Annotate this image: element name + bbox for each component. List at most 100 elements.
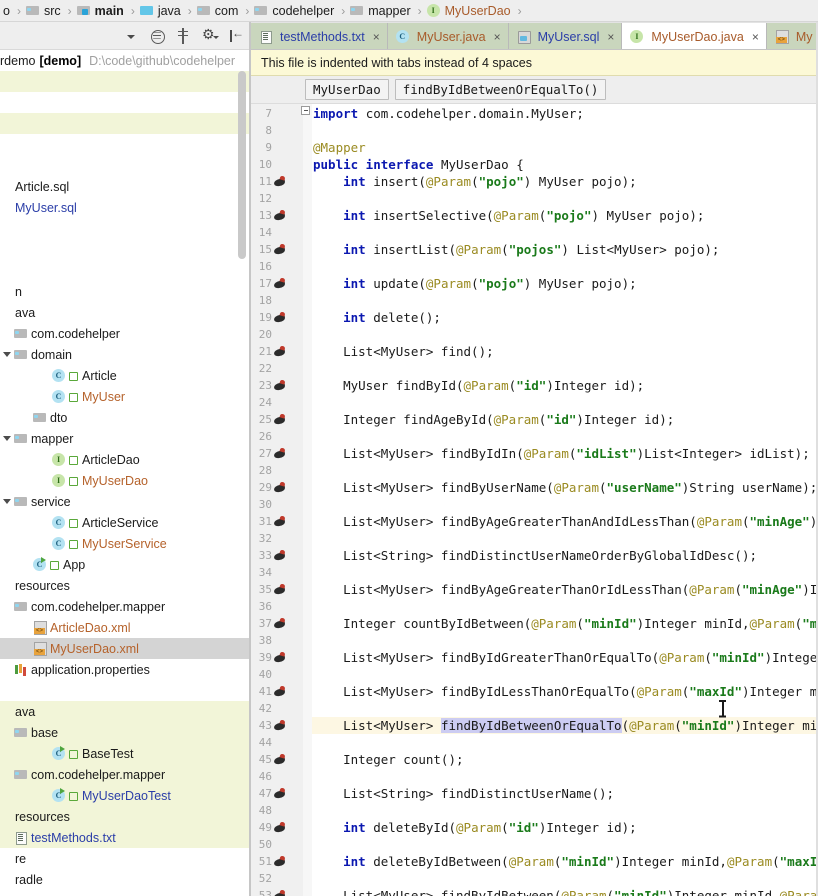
code-line[interactable]: public interface MyUserDao { bbox=[313, 156, 524, 173]
code-line[interactable]: Integer count(); bbox=[313, 751, 463, 768]
code-line[interactable]: List<MyUser> findByIdBetweenOrEqualTo(@P… bbox=[313, 717, 818, 734]
tree-item-resources[interactable]: resources bbox=[0, 806, 250, 827]
tree-item-domain[interactable]: domain bbox=[0, 344, 250, 365]
breadcrumb-item-mapper[interactable]: mapper bbox=[349, 0, 413, 21]
code-line[interactable]: int delete(); bbox=[313, 309, 441, 326]
code-line[interactable]: List<MyUser> findByIdLessThanOrEqualTo(@… bbox=[313, 683, 818, 700]
mybatis-mapper-gutter-icon[interactable] bbox=[273, 549, 287, 562]
tree-item[interactable] bbox=[0, 680, 250, 701]
mybatis-mapper-gutter-icon[interactable] bbox=[273, 821, 287, 834]
mybatis-mapper-gutter-icon[interactable] bbox=[273, 277, 287, 290]
editor-breadcrumb[interactable]: o › src › main › java › com › codehelper › mapper › My… bbox=[0, 0, 818, 22]
editor-tab-testmethods-txt[interactable]: testMethods.txt × bbox=[251, 23, 388, 50]
code-line[interactable]: List<MyUser> findByUserName(@Param("user… bbox=[313, 479, 817, 496]
hide-panel-icon[interactable] bbox=[226, 26, 244, 45]
editor-tab-my[interactable]: My bbox=[766, 23, 818, 50]
mybatis-mapper-gutter-icon[interactable] bbox=[273, 413, 287, 426]
tree-item[interactable] bbox=[0, 218, 250, 239]
fold-collapse-icon[interactable] bbox=[301, 106, 310, 115]
mybatis-mapper-gutter-icon[interactable] bbox=[273, 243, 287, 256]
chevron-down-icon[interactable] bbox=[122, 27, 140, 45]
breadcrumb-item-java[interactable]: java bbox=[139, 0, 184, 21]
mybatis-mapper-gutter-icon[interactable] bbox=[273, 617, 287, 630]
code-line[interactable]: List<MyUser> findByAgeGreaterThanOrIdLes… bbox=[313, 581, 818, 598]
tree-item-article[interactable]: Article bbox=[0, 365, 250, 386]
project-root-row[interactable]: rdemo [demo] D:\code\github\codehelper bbox=[0, 51, 250, 71]
collapse-all-icon[interactable] bbox=[148, 27, 166, 45]
tree-item-base[interactable]: base bbox=[0, 722, 250, 743]
code-line[interactable]: Integer countByIdBetween(@Param("minId")… bbox=[313, 615, 818, 632]
tree-item[interactable] bbox=[0, 134, 250, 155]
code-line[interactable]: int deleteByIdBetween(@Param("minId")Int… bbox=[313, 853, 818, 870]
mybatis-mapper-gutter-icon[interactable] bbox=[273, 447, 287, 460]
tree-item-myuserservice[interactable]: MyUserService bbox=[0, 533, 250, 554]
indent-notification-banner[interactable]: This file is indented with tabs instead … bbox=[251, 50, 818, 76]
code-line[interactable]: List<MyUser> findByIdBetween(@Param("min… bbox=[313, 887, 818, 896]
code-line[interactable]: List<MyUser> findByIdIn(@Param("idList")… bbox=[313, 445, 810, 462]
tree-item[interactable] bbox=[0, 113, 250, 134]
tree-item[interactable] bbox=[0, 71, 250, 92]
tree-item-service[interactable]: service bbox=[0, 491, 250, 512]
mybatis-mapper-gutter-icon[interactable] bbox=[273, 515, 287, 528]
mybatis-mapper-gutter-icon[interactable] bbox=[273, 481, 287, 494]
tree-item-articledao[interactable]: ArticleDao bbox=[0, 449, 250, 470]
mybatis-mapper-gutter-icon[interactable] bbox=[273, 753, 287, 766]
mybatis-mapper-gutter-icon[interactable] bbox=[273, 345, 287, 358]
code-line[interactable]: @Mapper bbox=[313, 139, 366, 156]
tree-item-re[interactable]: re bbox=[0, 848, 250, 869]
code-line[interactable]: int insertSelective(@Param("pojo") MyUse… bbox=[313, 207, 704, 224]
mybatis-mapper-gutter-icon[interactable] bbox=[273, 651, 287, 664]
tree-item-dto[interactable]: dto bbox=[0, 407, 250, 428]
code-line[interactable]: List<MyUser> findByAgeGreaterThanAndIdLe… bbox=[313, 513, 818, 530]
mybatis-mapper-gutter-icon[interactable] bbox=[273, 787, 287, 800]
tree-item-article-sql[interactable]: Article.sql bbox=[0, 176, 250, 197]
code-line[interactable]: List<String> findDistinctUserName(); bbox=[313, 785, 614, 802]
tree-item-myuser-sql[interactable]: MyUser.sql bbox=[0, 197, 250, 218]
mybatis-mapper-gutter-icon[interactable] bbox=[273, 379, 287, 392]
tree-item-mapper[interactable]: mapper bbox=[0, 428, 250, 449]
editor-tab-myuser-sql[interactable]: MyUser.sql × bbox=[508, 23, 623, 50]
breadcrumb-item-o[interactable]: o bbox=[0, 0, 13, 21]
tree-item-resources[interactable]: resources bbox=[0, 575, 250, 596]
tree-item-ava[interactable]: ava bbox=[0, 302, 250, 323]
code-line[interactable]: List<String> findDistinctUserNameOrderBy… bbox=[313, 547, 757, 564]
code-line[interactable]: int insertList(@Param("pojos") List<MyUs… bbox=[313, 241, 719, 258]
tree-item[interactable] bbox=[0, 155, 250, 176]
tree-expand-arrow-icon[interactable] bbox=[0, 491, 14, 512]
mybatis-mapper-gutter-icon[interactable] bbox=[273, 209, 287, 222]
breadcrumb-item-codehelper[interactable]: codehelper bbox=[253, 0, 337, 21]
code-structure-breadcrumb[interactable]: MyUserDao findByIdBetweenOrEqualTo() bbox=[251, 76, 818, 104]
editor-tab-myuser-java[interactable]: MyUser.java × bbox=[387, 23, 509, 50]
expand-all-icon[interactable] bbox=[174, 27, 192, 45]
code-line[interactable]: import com.codehelper.domain.MyUser; bbox=[313, 105, 584, 122]
code-line[interactable]: List<MyUser> find(); bbox=[313, 343, 494, 360]
tree-item-myuserdao[interactable]: MyUserDao bbox=[0, 470, 250, 491]
tree-item[interactable] bbox=[0, 92, 250, 113]
tree-item-myuserdao-xml[interactable]: MyUserDao.xml bbox=[0, 638, 250, 659]
tree-item-n[interactable]: n bbox=[0, 281, 250, 302]
mybatis-mapper-gutter-icon[interactable] bbox=[273, 889, 287, 896]
tree-expand-arrow-icon[interactable] bbox=[0, 344, 14, 365]
breadcrumb-item-main[interactable]: main bbox=[76, 0, 127, 21]
breadcrumb-item-src[interactable]: src bbox=[25, 0, 64, 21]
tree-item-basetest[interactable]: BaseTest bbox=[0, 743, 250, 764]
tree-expand-arrow-icon[interactable] bbox=[0, 428, 14, 449]
breadcrumb-method[interactable]: findByIdBetweenOrEqualTo() bbox=[394, 79, 607, 100]
code-line[interactable]: List<MyUser> findByIdGreaterThanOrEqualT… bbox=[313, 649, 818, 666]
tree-item-application-properties[interactable]: application.properties bbox=[0, 659, 250, 680]
code-line[interactable]: MyUser findById(@Param("id")Integer id); bbox=[313, 377, 644, 394]
tree-item-com-codehelper[interactable]: com.codehelper bbox=[0, 323, 250, 344]
tree-item-app[interactable]: App bbox=[0, 554, 250, 575]
close-icon[interactable]: × bbox=[494, 31, 501, 43]
tree-item-articledao-xml[interactable]: ArticleDao.xml bbox=[0, 617, 250, 638]
tree-item-com-codehelper-mapper[interactable]: com.codehelper.mapper bbox=[0, 596, 250, 617]
tree-item-myuserdaotest[interactable]: MyUserDaoTest bbox=[0, 785, 250, 806]
tree-item-myuser[interactable]: MyUser bbox=[0, 386, 250, 407]
tree-item-ava[interactable]: ava bbox=[0, 701, 250, 722]
close-icon[interactable]: × bbox=[373, 31, 380, 43]
tree-item-articleservice[interactable]: ArticleService bbox=[0, 512, 250, 533]
mybatis-mapper-gutter-icon[interactable] bbox=[273, 175, 287, 188]
mybatis-mapper-gutter-icon[interactable] bbox=[273, 685, 287, 698]
tree-item-radle[interactable]: radle bbox=[0, 869, 250, 890]
tree-item-testmethods-txt[interactable]: testMethods.txt bbox=[0, 827, 250, 848]
